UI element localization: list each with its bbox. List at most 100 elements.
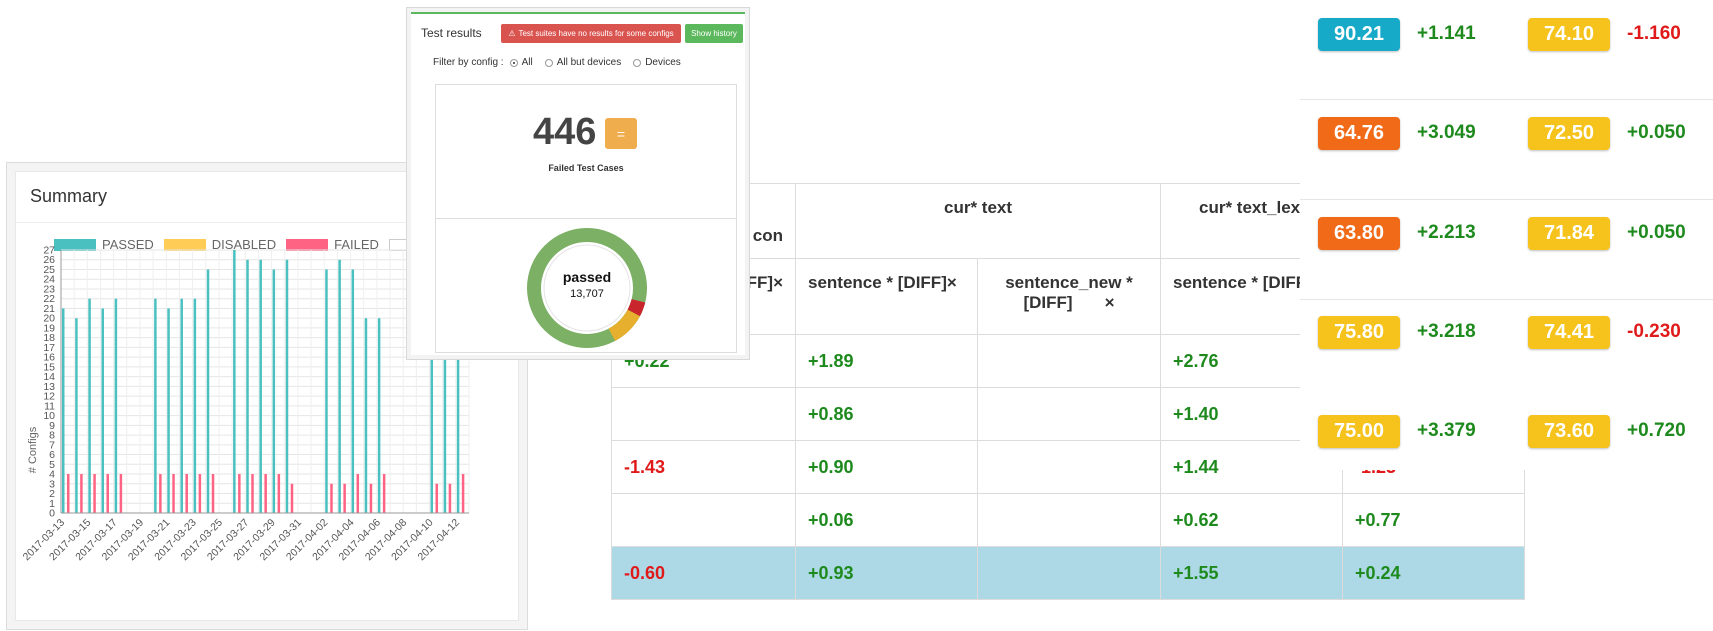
score-delta: +0.720 [1627, 420, 1686, 441]
cell-value: +1.55 [1173, 562, 1219, 583]
bar-passed [233, 250, 236, 513]
bar-passed [62, 308, 65, 513]
radio-devices-label[interactable]: Devices [645, 57, 681, 68]
donut-box: passed 13,707 [435, 218, 737, 353]
bar-passed [325, 269, 328, 513]
bar-failed [106, 474, 109, 513]
score-delta: +1.141 [1417, 23, 1476, 44]
radio-devices[interactable] [633, 58, 642, 67]
bar-failed [461, 474, 465, 513]
score-badge: 63.80 [1318, 217, 1400, 250]
radio-all[interactable] [509, 58, 518, 67]
header-cur-text: cur* text [795, 183, 1161, 259]
table-cell [611, 387, 796, 441]
y-axis-label: # Configs [27, 426, 39, 473]
score-delta: +0.050 [1627, 122, 1686, 143]
trend-badge: = [605, 118, 637, 149]
score-row: 63.80 +2.213 71.84 +0.050 [1300, 200, 1713, 300]
bar-failed [93, 474, 96, 513]
score-badge: 74.41 [1528, 316, 1610, 349]
cell-value: +0.86 [808, 403, 854, 424]
bar-failed [238, 474, 241, 513]
table-cell [611, 493, 796, 547]
bar-failed [211, 474, 215, 513]
table-cell [977, 546, 1161, 600]
score-delta: +3.049 [1417, 122, 1476, 143]
score-badge: 75.00 [1318, 415, 1400, 448]
score-row: 75.80 +3.218 74.41 -0.230 [1300, 300, 1713, 400]
bar-failed [185, 474, 188, 513]
table-cell [977, 334, 1161, 388]
failed-label: Failed Test Cases [548, 163, 624, 173]
table-row: +0.06 +0.62 +0.77 [611, 493, 1525, 547]
bar-failed [264, 474, 267, 513]
score-delta: +0.050 [1627, 222, 1686, 243]
bar-failed [330, 483, 333, 513]
filter-label: Filter by config : [433, 57, 504, 68]
score-badge: 72.50 [1528, 117, 1610, 150]
table-cell: -1.43 [611, 440, 796, 494]
bar-failed [198, 474, 202, 513]
score-badge: 75.80 [1318, 316, 1400, 349]
bar-failed [356, 474, 360, 513]
scores-panel: 90.21 +1.141 74.10 -1.160 64.76 +3.049 7… [1300, 0, 1713, 470]
warning-button[interactable]: ⚠ Test suites have no results for some c… [501, 24, 681, 43]
cell-value: -0.60 [624, 562, 666, 583]
warning-text: Test suites have no results for some con… [518, 29, 674, 38]
bar-failed [382, 474, 386, 513]
radio-all-but-devices-label[interactable]: All but devices [557, 57, 621, 68]
table-cell [977, 440, 1161, 494]
bar-passed [351, 269, 355, 513]
cell-value: +0.24 [1355, 562, 1401, 583]
donut-failed-slice [627, 298, 646, 317]
cell-value: +1.44 [1173, 456, 1219, 477]
y-tick-label: 27 [43, 245, 55, 257]
header-col1-label: con [752, 226, 783, 245]
cell-value: +0.62 [1173, 509, 1219, 530]
warning-icon: ⚠ [508, 29, 516, 38]
table-cell: +1.89 [795, 334, 978, 388]
score-delta: -1.160 [1627, 23, 1681, 44]
cell-value: +0.06 [808, 509, 854, 530]
table-cell: +0.90 [795, 440, 978, 494]
radio-all-label[interactable]: All [522, 57, 533, 68]
radio-all-but-devices[interactable] [544, 58, 553, 67]
table-row: -0.60 +0.93 +1.55 +0.24 [611, 546, 1525, 600]
score-badge: 90.21 [1318, 18, 1400, 51]
table-cell: +0.24 [1342, 546, 1525, 600]
table-cell: -0.60 [611, 546, 796, 600]
table-cell: +0.62 [1160, 493, 1343, 547]
score-row: 90.21 +1.141 74.10 -1.160 [1300, 0, 1713, 100]
cell-value: +0.77 [1355, 509, 1401, 530]
subheader-sentence-new-diff[interactable]: sentence_new * [DIFF] × [977, 258, 1161, 335]
score-badge: 73.60 [1528, 415, 1610, 448]
bar-failed [435, 483, 439, 513]
bar-passed [88, 298, 91, 513]
subheader-line1: sentence_new * [1005, 273, 1133, 292]
subheader-sentence-diff[interactable]: sentence * [DIFF]× [795, 258, 978, 335]
score-row: 64.76 +3.049 72.50 +0.050 [1300, 100, 1713, 200]
table-cell: +1.55 [1160, 546, 1343, 600]
cell-value: +1.89 [808, 350, 854, 371]
table-cell: +0.93 [795, 546, 978, 600]
bar-passed [101, 308, 104, 513]
cell-value: +1.40 [1173, 403, 1219, 424]
close-icon[interactable]: × [1105, 293, 1115, 312]
subheader-line2: [DIFF] × [990, 293, 1148, 313]
bar-passed [285, 259, 289, 513]
failed-count: 446 [533, 111, 597, 153]
cell-value: +0.93 [808, 562, 854, 583]
test-results-title: Test results [421, 26, 482, 40]
bar-passed [193, 298, 197, 513]
score-delta: +2.213 [1417, 222, 1476, 243]
show-history-button[interactable]: Show history [685, 24, 743, 43]
bar-failed [80, 474, 83, 513]
score-delta: +3.218 [1417, 321, 1476, 342]
config-filter: Filter by config : All All but devices D… [433, 57, 681, 68]
test-results-panel: Test results ⚠ Test suites have no resul… [406, 7, 750, 360]
bar-failed [277, 474, 281, 513]
bar-passed [75, 318, 78, 513]
score-delta: -0.230 [1627, 321, 1681, 342]
bar-passed [180, 298, 183, 513]
bar-passed [114, 298, 118, 513]
